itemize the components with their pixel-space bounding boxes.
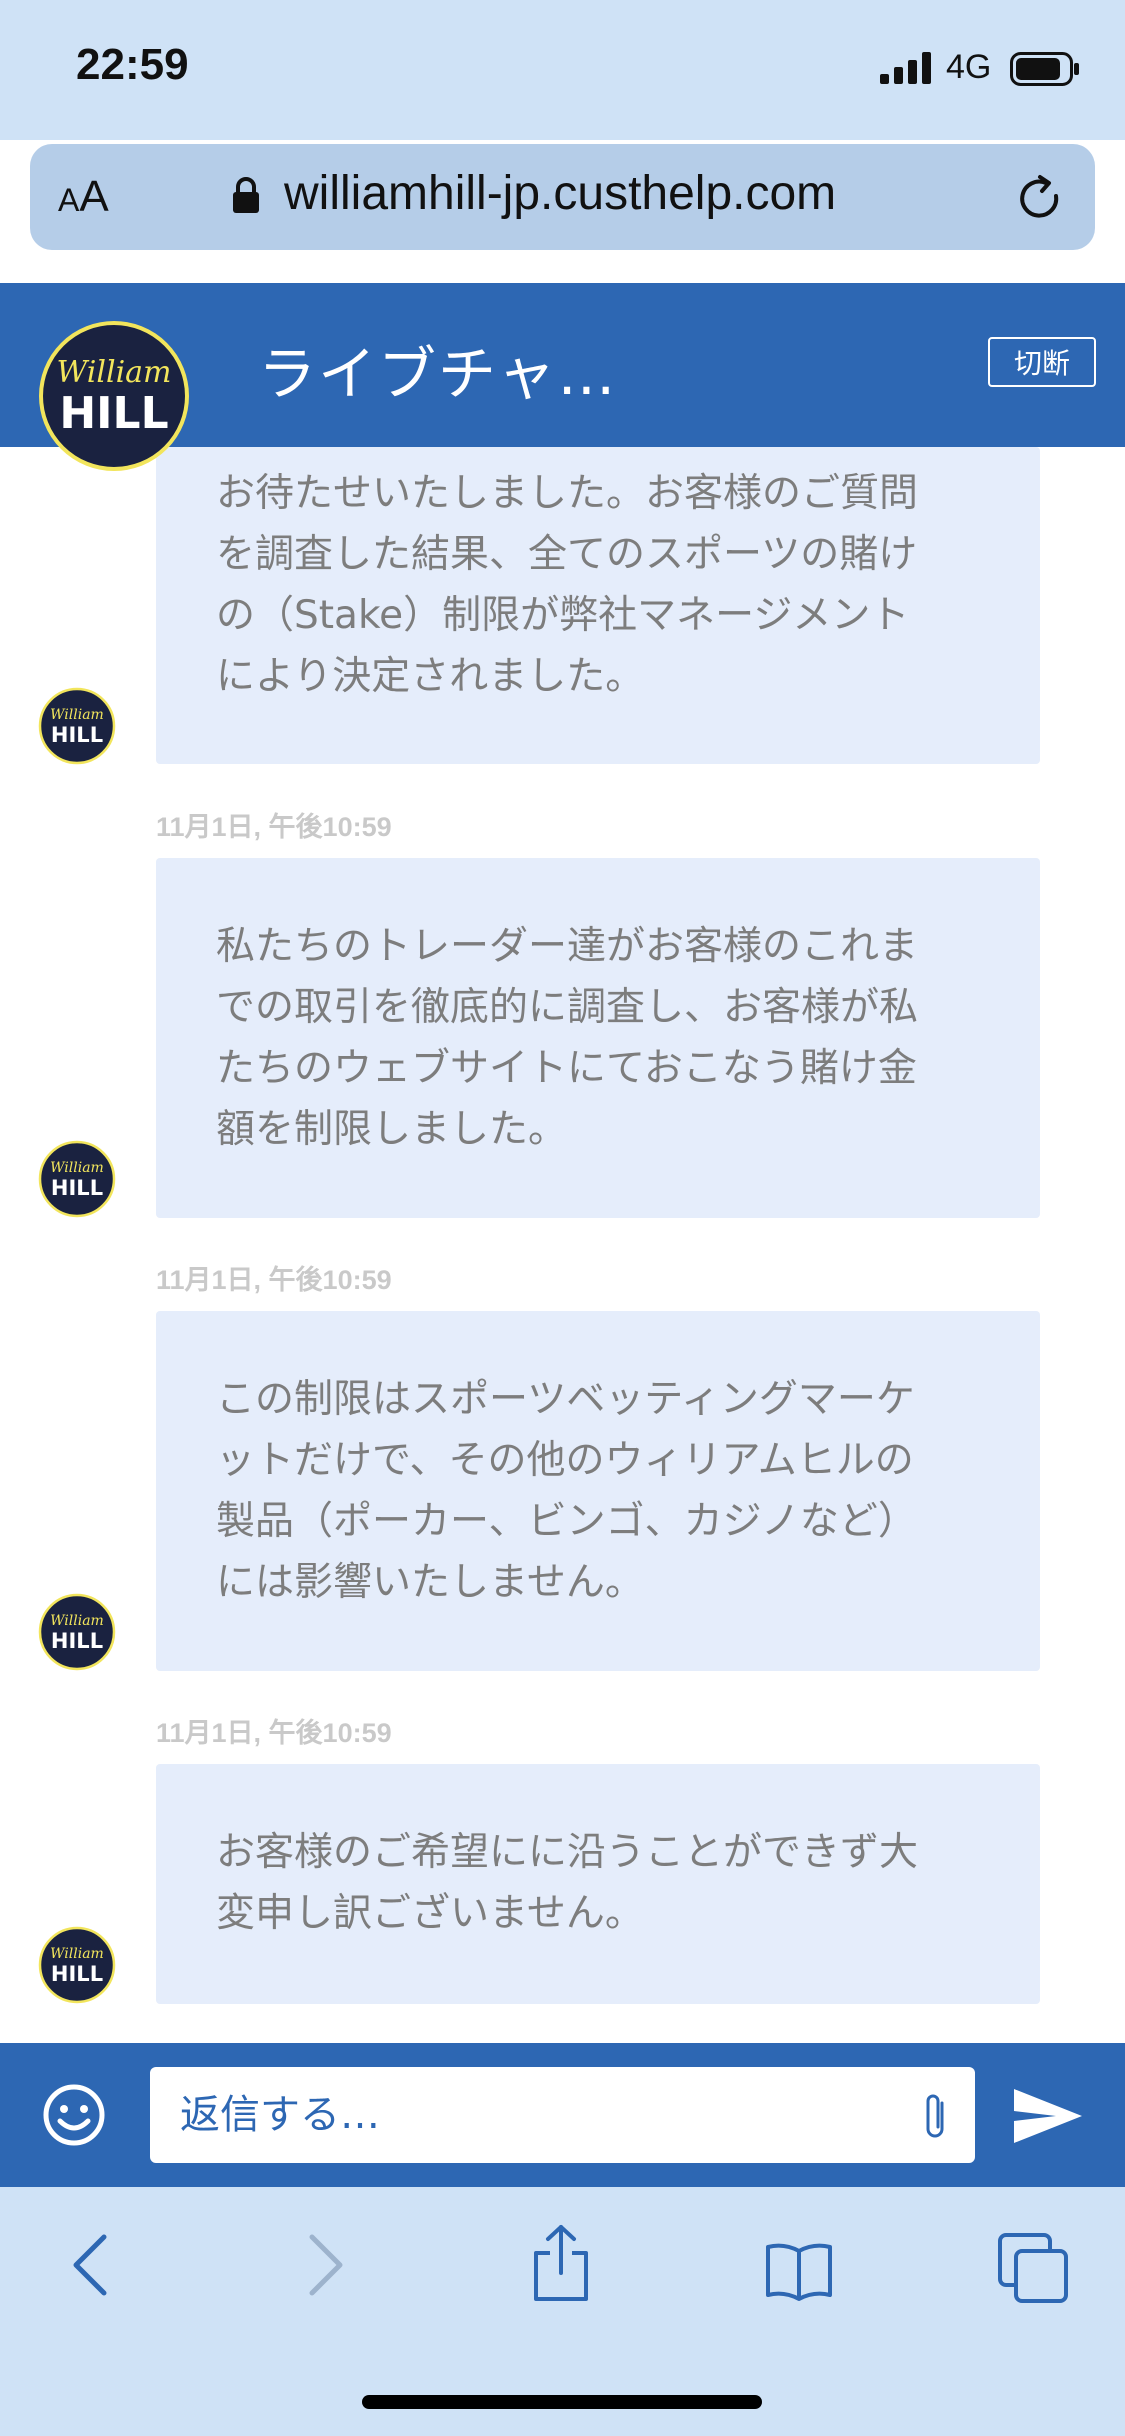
reload-icon[interactable]	[1016, 174, 1066, 224]
message-timestamp: 11月1日, 午後10:59	[156, 1718, 392, 1748]
agent-avatar: William HILL	[38, 1593, 116, 1671]
status-bar: 22:59 4G	[0, 0, 1125, 140]
svg-text:William: William	[50, 707, 104, 723]
tabs-icon[interactable]	[996, 2231, 1070, 2305]
signal-icon	[880, 52, 931, 84]
network-type: 4G	[946, 48, 992, 86]
address-bar[interactable]: AA williamhill-jp.custhelp.com	[30, 144, 1095, 250]
bookmarks-icon[interactable]	[764, 2241, 834, 2301]
william-hill-logo: William HILL	[39, 321, 189, 471]
send-icon[interactable]	[1012, 2085, 1084, 2147]
message-timestamp: 11月1日, 午後10:59	[156, 1265, 392, 1295]
svg-text:HILL: HILL	[51, 1176, 103, 1200]
svg-text:HILL: HILL	[59, 388, 168, 439]
agent-message: この制限はスポーツベッティングマーケ ットだけで、その他のウィリアムヒルの 製品…	[156, 1311, 1040, 1671]
svg-text:William: William	[50, 1613, 104, 1629]
reply-input[interactable]	[150, 2067, 975, 2163]
agent-message: お待たせいたしました。お客様のご質問 を調査した結果、全てのスポーツの賭け の（…	[156, 447, 1040, 764]
home-indicator[interactable]	[362, 2395, 762, 2409]
svg-text:HILL: HILL	[51, 1962, 103, 1986]
url-text[interactable]: williamhill-jp.custhelp.com	[284, 166, 836, 221]
lock-icon	[233, 177, 259, 213]
smiley-icon[interactable]	[42, 2083, 106, 2147]
disconnect-button[interactable]: 切断	[988, 337, 1096, 387]
chat-title: ライブチャ…	[258, 340, 618, 408]
svg-text:HILL: HILL	[51, 1629, 103, 1653]
svg-text:William: William	[50, 1946, 104, 1962]
agent-message: お客様のご希望にに沿うことができず大 変申し訳ございません。	[156, 1764, 1040, 2004]
status-time: 22:59	[76, 40, 189, 89]
svg-text:HILL: HILL	[51, 723, 103, 747]
agent-avatar: William HILL	[38, 1926, 116, 2004]
svg-text:William: William	[56, 355, 171, 390]
svg-text:William: William	[50, 1160, 104, 1176]
battery-icon	[1010, 52, 1079, 86]
forward-icon[interactable]	[306, 2233, 346, 2297]
agent-avatar: William HILL	[38, 687, 116, 765]
back-icon[interactable]	[70, 2233, 110, 2297]
chat-transcript[interactable]: お待たせいたしました。お客様のご質問 を調査した結果、全てのスポーツの賭け の（…	[0, 447, 1125, 2043]
message-timestamp: 11月1日, 午後10:59	[156, 812, 392, 842]
share-icon[interactable]	[530, 2223, 592, 2303]
text-size-button[interactable]: AA	[58, 172, 109, 222]
agent-avatar: William HILL	[38, 1140, 116, 1218]
message-composer	[0, 2043, 1125, 2187]
agent-message: 私たちのトレーダー達がお客様のこれま での取引を徹底的に調査し、お客様が私 たち…	[156, 858, 1040, 1218]
paperclip-icon[interactable]	[918, 2089, 952, 2145]
